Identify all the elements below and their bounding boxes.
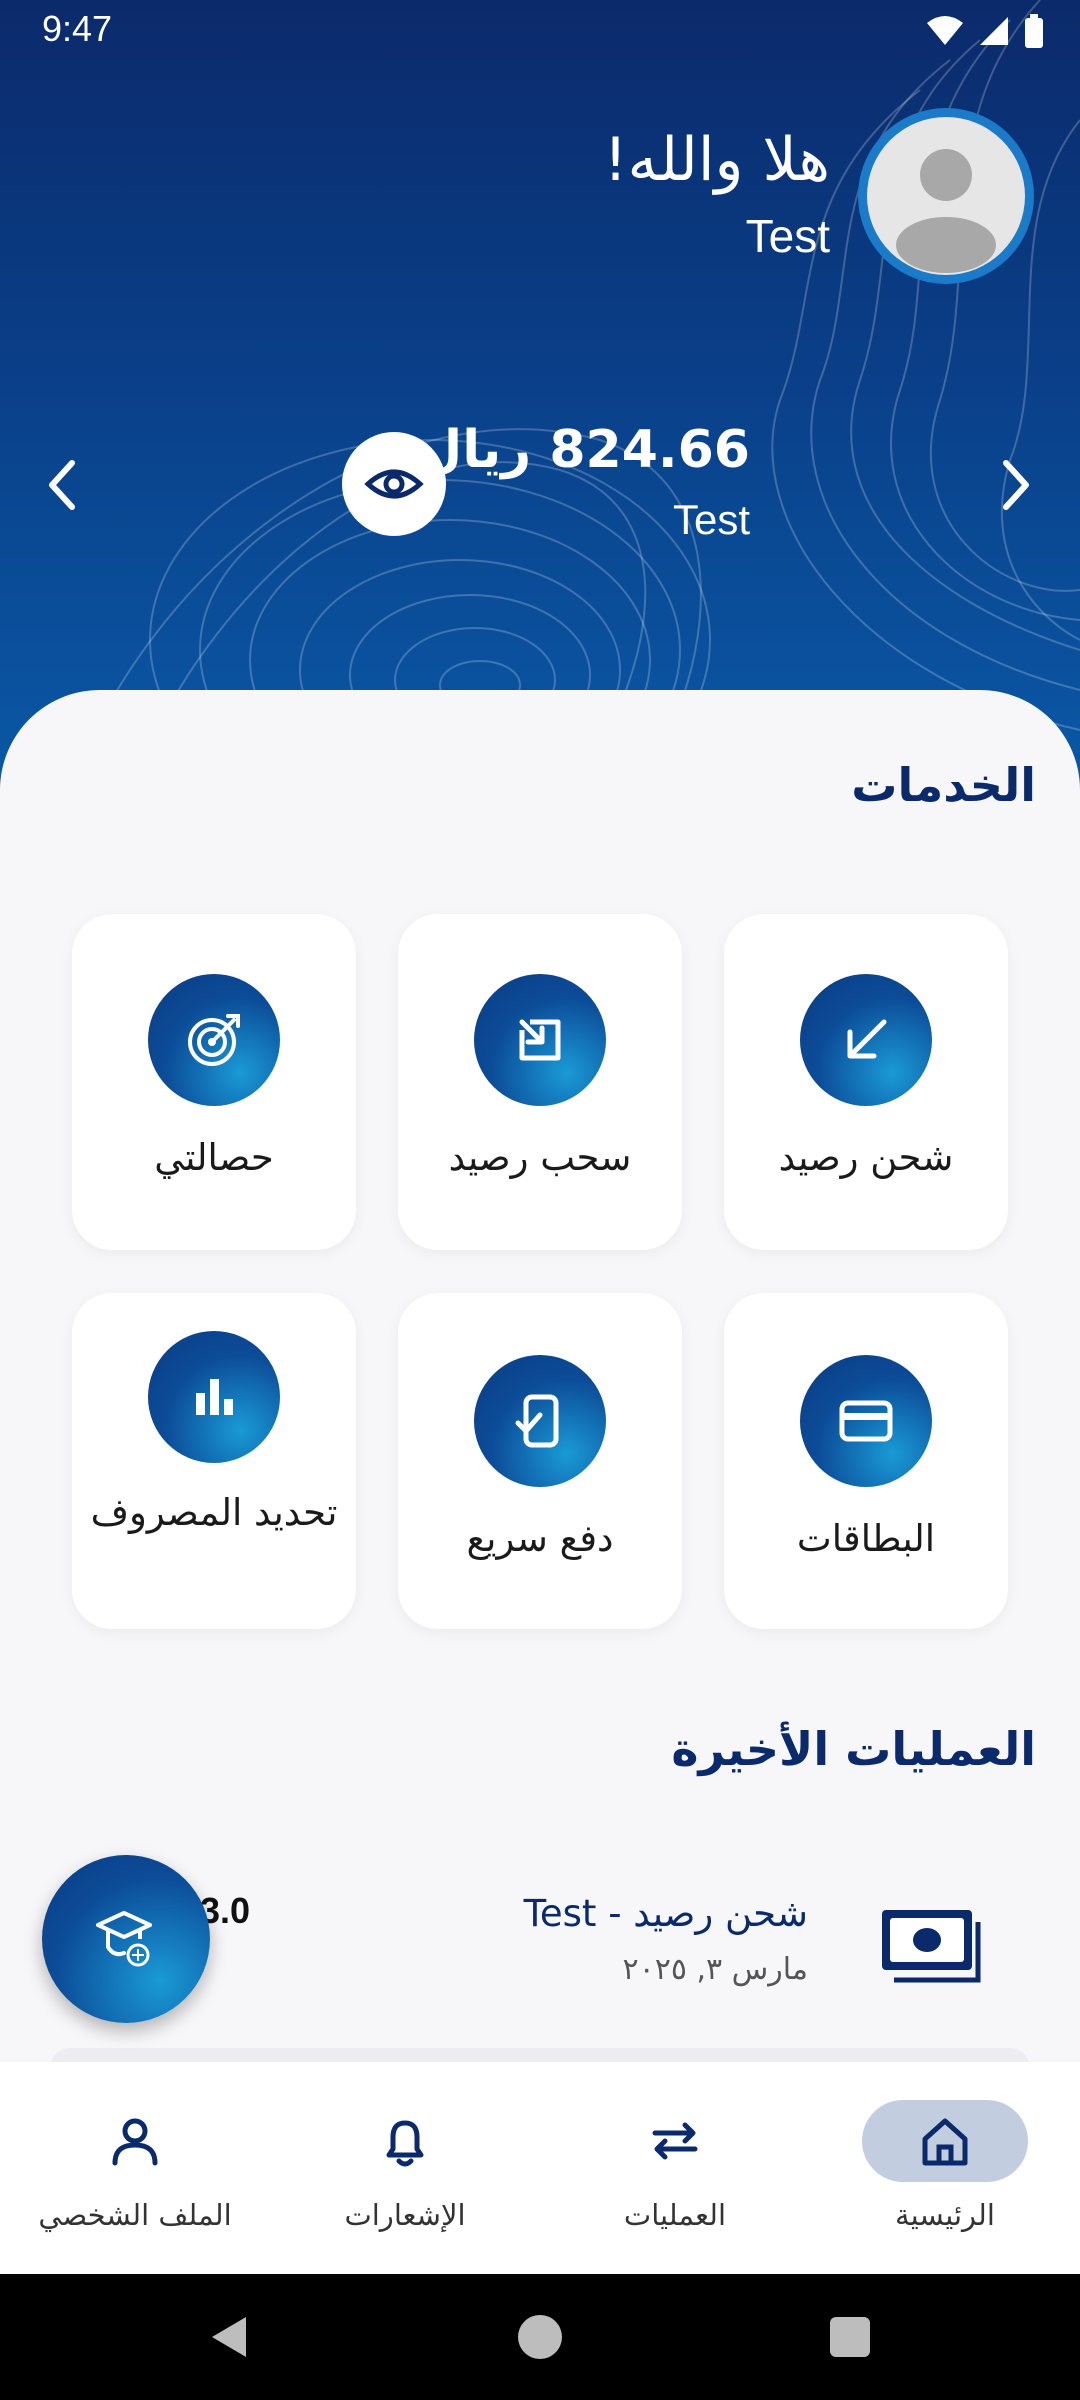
service-tile-budget[interactable]: تحديد المصروف (72, 1293, 356, 1629)
cell-signal-icon (980, 17, 1008, 45)
nav-label: العمليات (623, 2198, 727, 2232)
service-label: البطاقات (796, 1517, 936, 1560)
nav-label: الملف الشخصي (38, 2198, 232, 2232)
services-title: الخدمات (851, 758, 1036, 812)
user-name: Test (745, 210, 830, 262)
avatar[interactable] (858, 108, 1034, 284)
nav-icon-container (52, 2100, 218, 2182)
bar-chart-icon (148, 1331, 280, 1463)
credit-card-icon (800, 1355, 932, 1487)
service-label: شحن رصيد (778, 1136, 954, 1179)
status-icons (926, 14, 1044, 48)
service-tile-savings[interactable]: حصالتي (72, 914, 356, 1250)
service-label: تحديد المصروف (90, 1491, 338, 1534)
service-tile-top-up[interactable]: شحن رصيد (724, 914, 1008, 1250)
chevron-left-icon (49, 460, 75, 510)
nav-home[interactable]: الرئيسية (810, 2062, 1080, 2274)
balance-amount: 824.66 ريال (417, 420, 750, 480)
arrow-up-right-box-icon (474, 974, 606, 1106)
wifi-icon (927, 16, 963, 45)
service-label: سحب رصيد (448, 1136, 632, 1179)
service-label: دفع سريع (466, 1517, 614, 1560)
balance: 824.66 ريال Test (417, 418, 750, 548)
academy-fab-button[interactable] (42, 1855, 210, 2023)
cash-icon (882, 1910, 981, 1983)
service-tile-withdraw[interactable]: سحب رصيد (398, 914, 682, 1250)
system-home-button[interactable] (500, 2274, 580, 2400)
home-circle-icon (518, 2315, 562, 2359)
status-bar: 9:47 (0, 0, 1080, 62)
account-name: Test (672, 496, 750, 543)
recents-square-icon (830, 2317, 870, 2357)
transaction-date: مارس ٣, ٢٠٢٥ (622, 1952, 808, 1987)
bell-icon (386, 2120, 424, 2167)
nav-label: الرئيسية (895, 2198, 995, 2232)
nav-notifications[interactable]: الإشعارات (270, 2062, 540, 2274)
nav-transactions[interactable]: العمليات (540, 2062, 810, 2274)
system-back-button[interactable] (190, 2274, 270, 2400)
home-icon (922, 2118, 968, 2166)
system-recents-button[interactable] (810, 2274, 890, 2400)
nav-icon-container (322, 2100, 488, 2182)
battery-icon (1025, 14, 1043, 48)
system-nav-bar (0, 2274, 1080, 2400)
graduation-cap-icon (96, 1911, 152, 1967)
recent-transactions-title: العمليات الأخيرة (671, 1722, 1036, 1776)
arrow-down-left-icon (800, 974, 932, 1106)
service-tile-quick-pay[interactable]: دفع سريع (398, 1293, 682, 1629)
nav-icon-container (592, 2100, 758, 2182)
person-icon (112, 2118, 158, 2166)
nav-profile[interactable]: الملف الشخصي (0, 2062, 270, 2274)
avatar-placeholder-icon (867, 117, 1025, 275)
service-tile-cards[interactable]: البطاقات (724, 1293, 1008, 1629)
chevron-right-icon (1003, 460, 1029, 510)
eye-icon (364, 469, 424, 499)
next-account-button[interactable] (986, 455, 1046, 515)
transfer-arrows-icon (652, 2122, 698, 2160)
transaction-title: شحن رصيد - Test (523, 1892, 808, 1935)
previous-account-button[interactable] (32, 455, 92, 515)
nav-icon-container (862, 2100, 1028, 2182)
phone-check-icon (474, 1355, 606, 1487)
bottom-nav: الرئيسية العمليات الإشعارات الملف الشخصي (0, 2062, 1080, 2274)
target-icon (148, 974, 280, 1106)
greeting: هلا والله! Test (603, 122, 830, 266)
nav-label: الإشعارات (344, 2198, 466, 2232)
greeting-title: هلا والله! (603, 125, 830, 195)
back-triangle-icon (212, 2317, 246, 2357)
status-time: 9:47 (42, 8, 113, 49)
service-label: حصالتي (154, 1136, 274, 1179)
